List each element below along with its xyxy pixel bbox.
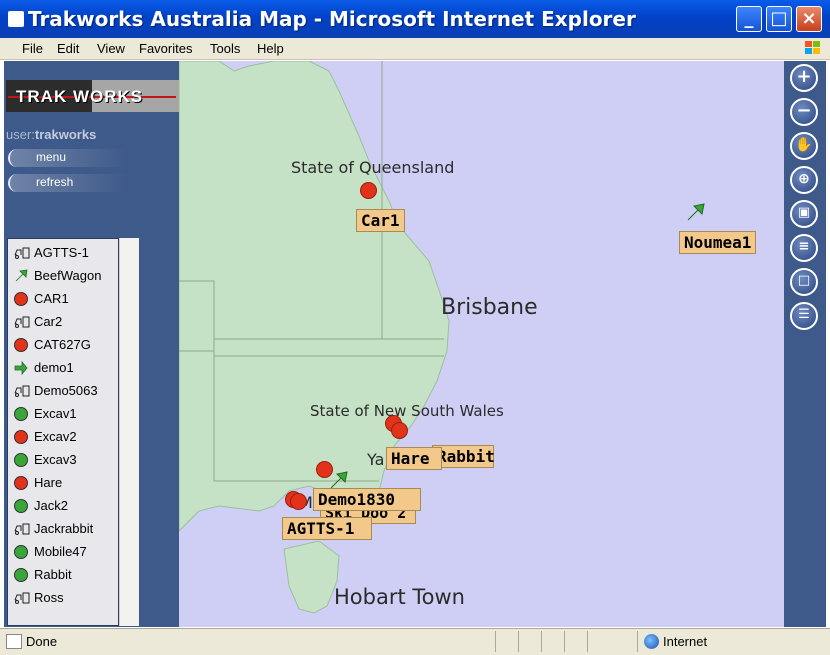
zoom-in-icon[interactable]: + (790, 64, 818, 92)
menu-favorites[interactable]: Favorites (139, 41, 192, 56)
vehicle-label: demo1 (34, 360, 74, 375)
truck-outline-icon (14, 523, 30, 535)
status-bar: Done Internet (0, 628, 830, 655)
dot-icon (14, 338, 28, 352)
vehicle-tag-hare[interactable]: Hare (386, 447, 442, 470)
list-icon[interactable]: ☰ (790, 302, 818, 330)
vehicle-list: AGTTS-1 BeefWagon CAR1 Car2 CAT627G demo1 Demo… (7, 238, 119, 626)
place-ya: Ya (367, 450, 385, 469)
vehicle-label: AGTTS-1 (34, 245, 89, 260)
windows-logo-icon (805, 41, 820, 54)
vehicle-list-scrollbar[interactable] (119, 238, 139, 626)
menu-bar: File Edit View Favorites Tools Help (0, 38, 830, 60)
security-zone: Internet (663, 634, 708, 649)
place-brisbane: Brisbane (441, 295, 538, 320)
refresh-button[interactable]: refresh (8, 174, 128, 192)
minimize-button[interactable]: _ (736, 6, 762, 32)
vehicle-label: BeefWagon (34, 268, 102, 283)
vehicle-label: Jack2 (34, 498, 68, 513)
vehicle-label: Ross (34, 590, 64, 605)
vehicle-label: Excav3 (34, 452, 77, 467)
dot-icon (14, 476, 28, 490)
fullscreen-icon[interactable]: □ (790, 268, 818, 296)
menu-button[interactable]: menu (8, 149, 128, 167)
vehicle-tag-noumea1[interactable]: Noumea1 (679, 231, 757, 254)
dot-icon (14, 407, 28, 421)
truck-outline-icon (14, 385, 30, 397)
truck-outline-icon (14, 247, 30, 259)
vehicle-marker[interactable] (360, 182, 377, 199)
arrow-up-right-icon[interactable] (684, 202, 706, 224)
layers-icon[interactable]: ≡ (790, 234, 818, 262)
vehicle-label: Mobile47 (34, 544, 87, 559)
center-target-icon[interactable]: ⊕ (790, 166, 818, 194)
place-hobart: Hobart Town (334, 585, 465, 609)
zoom-out-icon[interactable]: − (790, 98, 818, 126)
ie-page-icon (8, 11, 24, 27)
map-land (179, 61, 450, 614)
dot-icon (14, 499, 28, 513)
vehicle-label: CAT627G (34, 337, 91, 352)
logo-text: TRAK WORKS (16, 87, 144, 106)
vehicle-label: Hare (34, 475, 63, 490)
title-bar: Trakworks Australia Map - Microsoft Inte… (0, 0, 830, 38)
vehicle-label: Rabbit (34, 567, 72, 582)
vehicle-tag-agtts1[interactable]: AGTTS-1 (282, 517, 372, 540)
map-view[interactable]: State of Queensland Brisbane State of Ne… (179, 61, 784, 627)
vehicle-marker[interactable] (391, 422, 408, 439)
dot-icon (14, 453, 28, 467)
dot-icon (14, 430, 28, 444)
status-text: Done (26, 634, 58, 649)
vehicle-label: Excav2 (34, 429, 77, 444)
arrow-right-icon (14, 361, 28, 375)
internet-globe-icon (644, 634, 659, 649)
window-title: Trakworks Australia Map - Microsoft Inte… (28, 7, 636, 31)
app-frame: TRAK WORKS user:trakworks menu refresh A… (4, 61, 826, 627)
vehicle-label: Car2 (34, 314, 63, 329)
user-label: user:trakworks (6, 127, 97, 142)
vehicle-tag-car1[interactable]: Car1 (356, 209, 405, 232)
vehicle-marker[interactable] (290, 493, 307, 510)
vehicle-icon[interactable]: ▣ (790, 200, 818, 228)
menu-tools[interactable]: Tools (210, 41, 240, 56)
place-nsw: State of New South Wales (310, 402, 504, 420)
dot-icon (14, 545, 28, 559)
dot-icon (14, 292, 28, 306)
menu-edit[interactable]: Edit (57, 41, 79, 56)
vehicle-label: CAR1 (34, 291, 69, 306)
vehicle-label: Demo5063 (34, 383, 98, 398)
maximize-button[interactable]: □ (766, 6, 792, 32)
vehicle-label: Excav1 (34, 406, 77, 421)
page-done-icon (6, 634, 22, 649)
place-queensland: State of Queensland (291, 158, 455, 177)
close-button[interactable]: × (796, 6, 822, 32)
vehicle-label: Jackrabbit (34, 521, 94, 536)
truck-outline-icon (14, 316, 30, 328)
arrow-up-right-icon (15, 269, 28, 282)
vehicle-tag-demo1830[interactable]: Demo1830 (313, 488, 421, 511)
username: trakworks (34, 127, 97, 142)
menu-help[interactable]: Help (257, 41, 284, 56)
trakworks-logo: TRAK WORKS (6, 80, 179, 112)
pan-hand-icon[interactable]: ✋ (790, 132, 818, 160)
menu-file[interactable]: File (22, 41, 43, 56)
side-panel: TRAK WORKS user:trakworks menu refresh A… (4, 61, 179, 627)
truck-outline-icon (14, 592, 30, 604)
menu-view[interactable]: View (97, 41, 125, 56)
map-toolbar: + − ✋ ⊕ ▣ ≡ □ ☰ (784, 61, 826, 627)
dot-icon (14, 568, 28, 582)
